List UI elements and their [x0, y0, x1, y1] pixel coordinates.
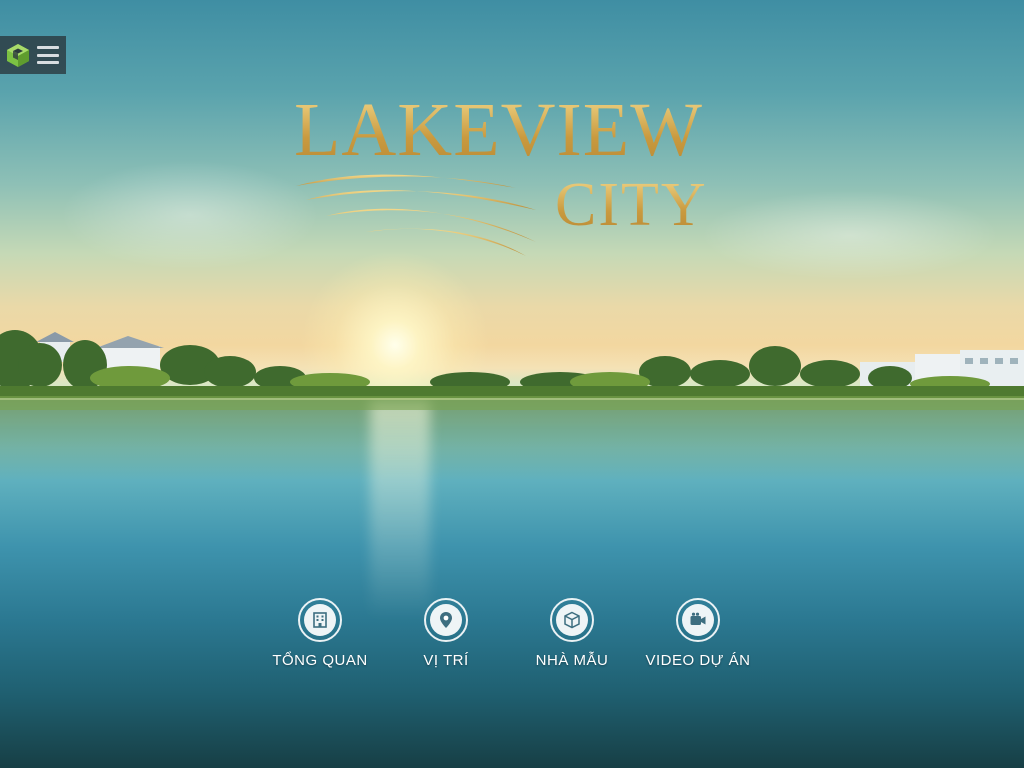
nav-circle[interactable] — [298, 598, 342, 642]
nav-item-vi-tri[interactable]: VỊ TRÍ — [386, 598, 506, 669]
nav-circle[interactable] — [550, 598, 594, 642]
logo-waves-icon — [296, 174, 536, 256]
logo-word-lakeview: LAKEVIEW — [294, 88, 703, 172]
tree-reflection — [0, 400, 1024, 480]
main-nav: TỔNG QUAN VỊ TRÍ NHÀ MẪU VIDEO DỰ ÁN — [0, 598, 1024, 678]
video-camera-icon — [690, 612, 706, 625]
nav-label: TỔNG QUAN — [272, 652, 368, 669]
building-icon — [313, 612, 327, 628]
hamburger-icon[interactable] — [37, 46, 59, 64]
nav-item-nha-mau[interactable]: NHÀ MẪU — [512, 598, 632, 669]
brand-logo: LAKEVIEW CITY — [290, 92, 740, 262]
nav-label: NHÀ MẪU — [535, 652, 609, 669]
map-pin-icon — [440, 612, 452, 628]
nav-label: VIDEO DỰ ÁN — [645, 652, 751, 669]
logo-word-city: CITY — [555, 171, 708, 239]
treeline — [0, 330, 1024, 410]
sun-reflection — [370, 400, 430, 620]
nav-item-tong-quan[interactable]: TỔNG QUAN — [260, 598, 380, 669]
nav-item-video-du-an[interactable]: VIDEO DỰ ÁN — [638, 598, 758, 669]
cube-logo-icon[interactable] — [5, 42, 31, 68]
menu-widget — [0, 36, 66, 74]
nav-circle[interactable] — [424, 598, 468, 642]
nav-label: VỊ TRÍ — [423, 652, 469, 669]
cube-icon — [564, 611, 580, 629]
cloud — [60, 160, 320, 270]
nav-circle[interactable] — [676, 598, 720, 642]
hero-scene: LAKEVIEW CITY TỔNG QUAN VỊ TRÍ NHÀ MẪU V… — [0, 0, 1024, 768]
cloud — [700, 190, 1000, 280]
